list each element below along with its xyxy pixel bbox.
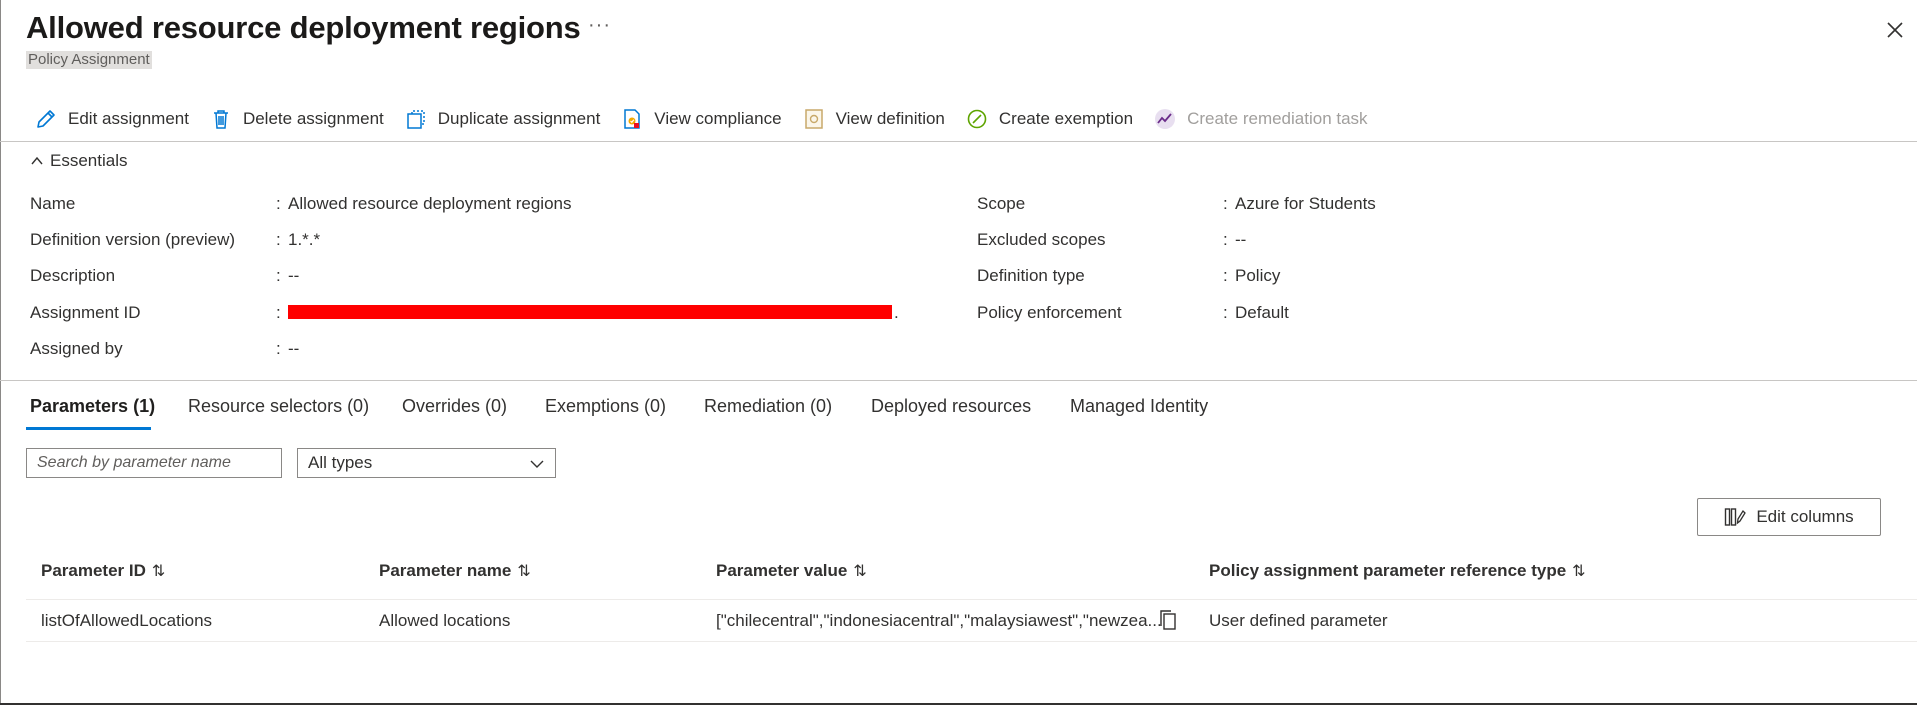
colon: : bbox=[276, 230, 281, 249]
command-bar: Edit assignment Delete assignment Duplic… bbox=[34, 104, 1388, 134]
duplicate-assignment-label: Duplicate assignment bbox=[437, 109, 601, 128]
sort-icon: ⇅ bbox=[517, 563, 531, 580]
copy-icon[interactable] bbox=[1158, 609, 1178, 631]
edit-assignment-label: Edit assignment bbox=[68, 109, 189, 128]
description-value: -- bbox=[288, 266, 300, 285]
description-label: Description bbox=[30, 266, 116, 285]
duplicate-assignment-button[interactable]: Duplicate assignment bbox=[404, 107, 601, 131]
column-header-label: Parameter name bbox=[379, 561, 512, 580]
window-left-edge bbox=[0, 0, 1, 705]
page-title: Allowed resource deployment regions bbox=[26, 10, 581, 45]
close-icon bbox=[1887, 22, 1903, 38]
remediation-icon bbox=[1153, 107, 1177, 131]
sort-icon: ⇅ bbox=[1572, 563, 1586, 580]
type-filter-dropdown[interactable]: All types bbox=[297, 448, 556, 478]
sort-icon: ⇅ bbox=[853, 563, 867, 580]
compliance-icon bbox=[620, 107, 644, 131]
policy-enforcement-label: Policy enforcement bbox=[977, 303, 1122, 322]
assigned-by-value: -- bbox=[288, 339, 300, 358]
pencil-icon bbox=[34, 107, 58, 131]
column-header-parameter-value[interactable]: Parameter value ⇅ bbox=[716, 561, 867, 581]
colon: : bbox=[276, 194, 281, 213]
chevron-up-icon bbox=[31, 156, 43, 165]
page-subtitle: Policy Assignment bbox=[26, 51, 152, 69]
duplicate-icon bbox=[404, 107, 428, 131]
tab-exemptions[interactable]: Exemptions (0) bbox=[545, 396, 666, 417]
tab-managed-identity[interactable]: Managed Identity bbox=[1070, 396, 1208, 417]
search-parameter-input[interactable] bbox=[26, 448, 282, 478]
edit-columns-button[interactable]: Edit columns bbox=[1697, 498, 1881, 536]
cell-parameter-id: listOfAllowedLocations bbox=[41, 611, 213, 630]
essentials-toggle[interactable]: Essentials bbox=[30, 151, 127, 171]
view-compliance-label: View compliance bbox=[654, 109, 782, 128]
tab-remediation[interactable]: Remediation (0) bbox=[704, 396, 832, 417]
table-header-divider bbox=[26, 599, 1917, 600]
definition-type-label: Definition type bbox=[977, 266, 1085, 285]
close-button[interactable] bbox=[1883, 18, 1907, 42]
edit-columns-label: Edit columns bbox=[1756, 507, 1854, 526]
name-value: Allowed resource deployment regions bbox=[288, 194, 572, 213]
scope-value: Azure for Students bbox=[1235, 194, 1376, 213]
column-header-reference-type[interactable]: Policy assignment parameter reference ty… bbox=[1209, 561, 1586, 581]
name-label: Name bbox=[30, 194, 76, 213]
tab-parameters[interactable]: Parameters (1) bbox=[30, 396, 155, 417]
scope-label: Scope bbox=[977, 194, 1026, 213]
colon: : bbox=[1223, 303, 1228, 322]
definition-version-value: 1.*.* bbox=[288, 230, 321, 249]
edit-columns-icon bbox=[1725, 508, 1747, 526]
column-header-parameter-id[interactable]: Parameter ID ⇅ bbox=[41, 561, 165, 581]
toolbar-divider bbox=[0, 141, 1917, 142]
sort-icon: ⇅ bbox=[151, 563, 166, 580]
assigned-by-label: Assigned by bbox=[30, 339, 123, 358]
policy-enforcement-value: Default bbox=[1235, 303, 1289, 322]
view-compliance-button[interactable]: View compliance bbox=[620, 107, 782, 131]
tab-overrides[interactable]: Overrides (0) bbox=[402, 396, 507, 417]
colon: : bbox=[1223, 230, 1228, 249]
redacted-assignment-id bbox=[288, 305, 892, 319]
create-exemption-button[interactable]: Create exemption bbox=[965, 107, 1133, 131]
type-filter-value: All types bbox=[308, 453, 373, 472]
assignment-id-value: . bbox=[894, 303, 899, 322]
column-header-label: Parameter ID bbox=[41, 561, 146, 580]
excluded-scopes-value: -- bbox=[1235, 230, 1247, 249]
cell-parameter-value: ["chilecentral","indonesiacentral","mala… bbox=[716, 611, 1162, 630]
tab-deployed-resources[interactable]: Deployed resources bbox=[871, 396, 1031, 417]
definition-version-label: Definition version (preview) bbox=[30, 230, 236, 249]
column-header-label: Parameter value bbox=[716, 561, 848, 580]
tab-resource-selectors[interactable]: Resource selectors (0) bbox=[188, 396, 369, 417]
column-header-label: Policy assignment parameter reference ty… bbox=[1209, 561, 1567, 580]
view-definition-button[interactable]: View definition bbox=[802, 107, 945, 131]
cell-reference-type: User defined parameter bbox=[1209, 611, 1388, 630]
create-remediation-task-button[interactable]: Create remediation task bbox=[1153, 107, 1368, 131]
chevron-down-icon bbox=[530, 460, 544, 468]
colon: : bbox=[276, 303, 281, 322]
trash-icon bbox=[209, 107, 233, 131]
active-tab-indicator bbox=[26, 427, 151, 430]
essentials-divider bbox=[0, 380, 1917, 381]
view-definition-label: View definition bbox=[835, 109, 945, 128]
delete-assignment-label: Delete assignment bbox=[242, 109, 384, 128]
create-exemption-label: Create exemption bbox=[998, 109, 1134, 128]
colon: : bbox=[1223, 266, 1228, 285]
colon: : bbox=[276, 266, 281, 285]
exemption-icon bbox=[965, 107, 989, 131]
excluded-scopes-label: Excluded scopes bbox=[977, 230, 1106, 249]
essentials-label: Essentials bbox=[50, 151, 128, 170]
more-actions-button[interactable]: ··· bbox=[588, 14, 611, 37]
colon: : bbox=[276, 339, 281, 358]
colon: : bbox=[1223, 194, 1228, 213]
create-remediation-task-label: Create remediation task bbox=[1187, 109, 1368, 128]
definition-type-value: Policy bbox=[1235, 266, 1281, 285]
column-header-parameter-name[interactable]: Parameter name ⇅ bbox=[379, 561, 531, 581]
edit-assignment-button[interactable]: Edit assignment bbox=[34, 107, 189, 131]
assignment-id-label: Assignment ID bbox=[30, 303, 141, 322]
definition-icon bbox=[802, 107, 826, 131]
delete-assignment-button[interactable]: Delete assignment bbox=[209, 107, 384, 131]
table-row-divider bbox=[26, 641, 1917, 642]
cell-parameter-name: Allowed locations bbox=[379, 611, 511, 630]
